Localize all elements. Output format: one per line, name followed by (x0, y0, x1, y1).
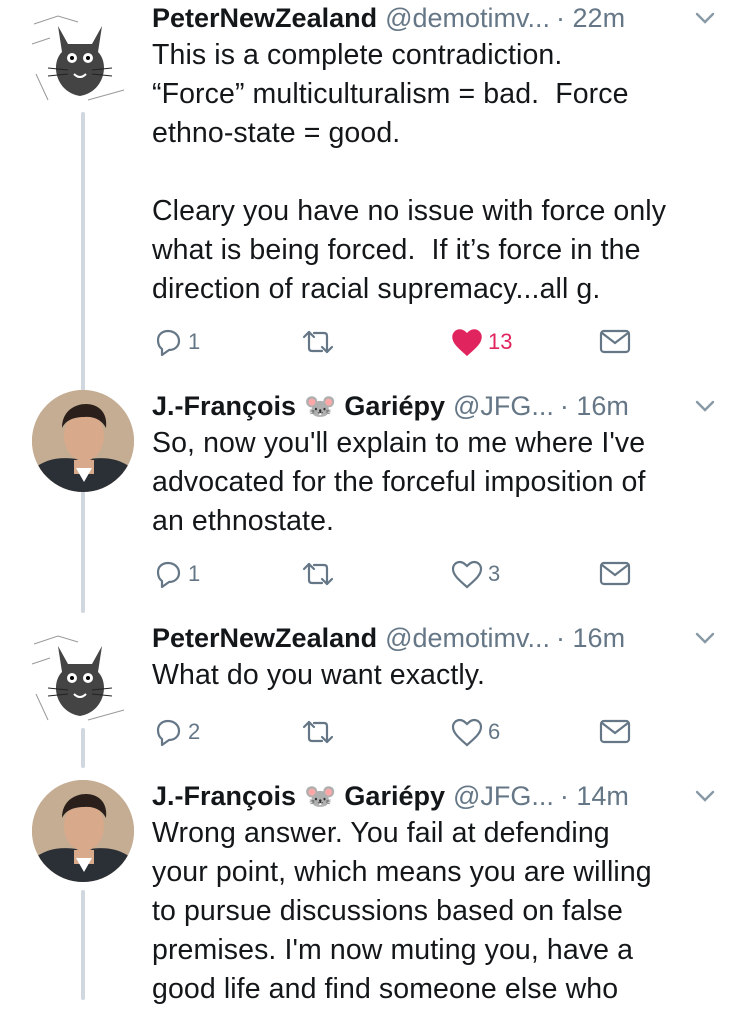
tweet-header: J.-François 🐭 Gariépy @JFG... · 14m (152, 778, 729, 814)
chevron-down-icon[interactable] (691, 392, 719, 420)
avatar[interactable] (32, 780, 134, 882)
tweet-actions: 2 6 (152, 716, 725, 752)
tweet-text: This is a complete contradiction. “Force… (152, 39, 667, 305)
author-handle[interactable]: @JFG... (453, 391, 554, 422)
reply-button[interactable]: 1 (152, 326, 200, 358)
retweet-icon (302, 330, 334, 354)
avatar[interactable] (28, 624, 132, 728)
tweet-header: PeterNewZealand @demotimv... · 22m (152, 0, 729, 36)
tweet-text: What do you want exactly. (152, 659, 486, 691)
heart-icon (451, 560, 483, 589)
heart-icon (452, 329, 482, 356)
mouse-emoji: 🐭 (304, 780, 337, 811)
avatar[interactable] (28, 4, 132, 108)
reply-count: 2 (188, 719, 201, 744)
author-handle[interactable]: @demotimv... (385, 623, 550, 654)
heart-icon (451, 718, 483, 747)
author-handle[interactable]: @demotimv... (385, 3, 550, 34)
tweet-actions: 1 13 (152, 326, 725, 362)
dm-icon (599, 561, 631, 586)
retweet-button[interactable] (300, 326, 340, 358)
dm-button[interactable] (598, 326, 632, 356)
cat-avatar-icon (31, 635, 125, 721)
retweet-button[interactable] (300, 558, 340, 590)
author-name[interactable]: J.-François (152, 391, 296, 422)
tweet-time[interactable]: · 14m (560, 781, 629, 812)
profile-photo-icon (32, 390, 134, 492)
chevron-down-icon[interactable] (691, 624, 719, 652)
author-name[interactable]: PeterNewZealand (152, 3, 377, 34)
like-count: 3 (488, 561, 501, 586)
author-name[interactable]: PeterNewZealand (152, 623, 377, 654)
like-button[interactable]: 6 (450, 716, 500, 748)
tweet-header: J.-François 🐭 Gariépy @JFG... · 16m (152, 388, 729, 424)
reply-button[interactable]: 2 (152, 716, 200, 748)
dm-icon (599, 719, 631, 744)
retweet-button[interactable] (300, 716, 340, 748)
tweet-actions: 1 3 (152, 558, 725, 594)
tweet-time[interactable]: · 22m (556, 3, 625, 34)
tweet[interactable]: PeterNewZealand @demotimv... · 22m This … (0, 0, 749, 375)
author-handle[interactable]: @JFG... (453, 781, 554, 812)
dm-button[interactable] (598, 558, 632, 588)
like-count: 6 (488, 719, 501, 744)
reply-count: 1 (188, 561, 201, 586)
author-name-suffix[interactable]: Gariépy (344, 781, 445, 812)
tweet-header: PeterNewZealand @demotimv... · 16m (152, 620, 729, 656)
tweet-time[interactable]: · 16m (560, 391, 629, 422)
profile-photo-icon (32, 780, 134, 882)
tweet[interactable]: PeterNewZealand @demotimv... · 16m What … (0, 620, 749, 768)
reply-count: 1 (188, 329, 201, 354)
retweet-icon (302, 720, 334, 744)
reply-button[interactable]: 1 (152, 558, 200, 590)
chevron-down-icon[interactable] (691, 782, 719, 810)
avatar[interactable] (32, 390, 134, 492)
tweet[interactable]: J.-François 🐭 Gariépy @JFG... · 16m So, … (0, 388, 749, 616)
dm-icon (599, 329, 631, 354)
tweet-text: Wrong answer. You fail at defending your… (152, 817, 652, 1005)
retweet-icon (302, 562, 334, 586)
mouse-emoji: 🐭 (304, 390, 337, 421)
like-button[interactable]: 13 (450, 326, 512, 358)
chevron-down-icon[interactable] (691, 4, 719, 32)
reply-icon (156, 561, 181, 589)
reply-icon (156, 329, 181, 357)
dm-button[interactable] (598, 716, 632, 746)
author-name[interactable]: J.-François (152, 781, 296, 812)
tweet-text: So, now you'll explain to me where I've … (152, 427, 646, 537)
like-count: 13 (488, 329, 513, 354)
like-button[interactable]: 3 (450, 558, 500, 590)
tweet[interactable]: J.-François 🐭 Gariépy @JFG... · 14m Wron… (0, 778, 749, 1005)
author-name-suffix[interactable]: Gariépy (344, 391, 445, 422)
tweet-time[interactable]: · 16m (556, 623, 625, 654)
reply-icon (156, 719, 181, 747)
cat-avatar-icon (31, 15, 125, 101)
